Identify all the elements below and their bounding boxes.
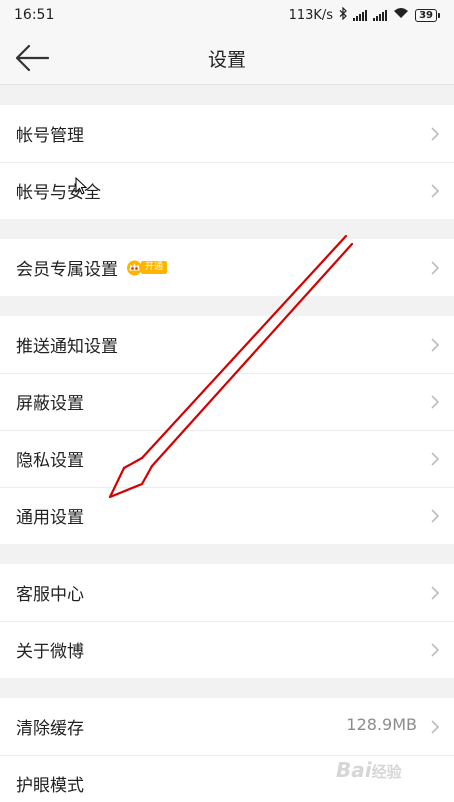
settings-item-label: 通用设置 (16, 508, 84, 528)
settings-item-eye-protection-mode[interactable]: 护眼模式 (0, 755, 454, 802)
settings-item-clear-cache[interactable]: 清除缓存 128.9MB (0, 698, 454, 755)
settings-item-label: 帐号与安全 (16, 183, 101, 203)
chevron-right-icon (431, 338, 440, 352)
settings-item-label: 帐号管理 (16, 126, 84, 146)
settings-group-preferences: 推送通知设置 屏蔽设置 隐私设置 通用设置 (0, 316, 454, 544)
group-divider (0, 678, 454, 698)
settings-item-label: 关于微博 (16, 642, 84, 662)
wifi-icon (393, 7, 409, 23)
chevron-right-icon (431, 452, 440, 466)
network-speed: 113K/s (288, 7, 334, 23)
settings-group-support: 客服中心 关于微博 (0, 564, 454, 678)
group-divider (0, 544, 454, 564)
group-divider (0, 219, 454, 239)
vip-badge[interactable]: 开通 (126, 259, 168, 277)
chevron-right-icon (431, 127, 440, 141)
chevron-right-icon (431, 586, 440, 600)
settings-item-label: 屏蔽设置 (16, 394, 84, 414)
settings-item-label: 客服中心 (16, 585, 84, 605)
chevron-right-icon (431, 643, 440, 657)
vip-badge-label: 开通 (141, 261, 168, 274)
chevron-right-icon (431, 184, 440, 198)
page-title: 设置 (207, 49, 246, 71)
settings-item-account-management[interactable]: 帐号管理 (0, 105, 454, 162)
settings-group-account: 帐号管理 帐号与安全 (0, 105, 454, 219)
settings-item-label: 会员专属设置 (16, 260, 118, 280)
battery-icon: 39 (415, 8, 440, 22)
settings-item-account-security[interactable]: 帐号与安全 (0, 162, 454, 219)
signal-2-icon (373, 9, 388, 21)
settings-list: 帐号管理 帐号与安全 会员专属设置 开通 推送通知设置 屏蔽设置 隐私设置 通用… (0, 105, 454, 802)
chevron-right-icon (431, 509, 440, 523)
chevron-right-icon (431, 395, 440, 409)
status-time: 16:51 (14, 7, 55, 23)
settings-item-block-settings[interactable]: 屏蔽设置 (0, 373, 454, 430)
cache-size-value: 128.9MB (346, 715, 417, 734)
settings-item-label: 推送通知设置 (16, 337, 118, 357)
settings-item-vip-settings[interactable]: 会员专属设置 开通 (0, 239, 454, 296)
settings-item-about-weibo[interactable]: 关于微博 (0, 621, 454, 678)
settings-group-vip: 会员专属设置 开通 (0, 239, 454, 296)
status-bar: 16:51 113K/s 39 (0, 0, 454, 30)
settings-group-storage: 清除缓存 128.9MB 护眼模式 (0, 698, 454, 802)
settings-item-label: 隐私设置 (16, 451, 84, 471)
chevron-right-icon (431, 261, 440, 275)
signal-icon (353, 9, 368, 21)
settings-item-label: 清除缓存 (16, 719, 84, 739)
status-indicators: 113K/s 39 (288, 6, 440, 24)
settings-item-privacy-settings[interactable]: 隐私设置 (0, 430, 454, 487)
chevron-right-icon (431, 720, 440, 734)
bluetooth-icon (339, 6, 347, 24)
nav-bar: 设置 (0, 30, 454, 85)
settings-item-push-notifications[interactable]: 推送通知设置 (0, 316, 454, 373)
settings-item-customer-service[interactable]: 客服中心 (0, 564, 454, 621)
settings-item-general-settings[interactable]: 通用设置 (0, 487, 454, 544)
battery-level: 39 (415, 8, 437, 22)
group-divider (0, 296, 454, 316)
settings-item-label: 护眼模式 (16, 776, 84, 796)
